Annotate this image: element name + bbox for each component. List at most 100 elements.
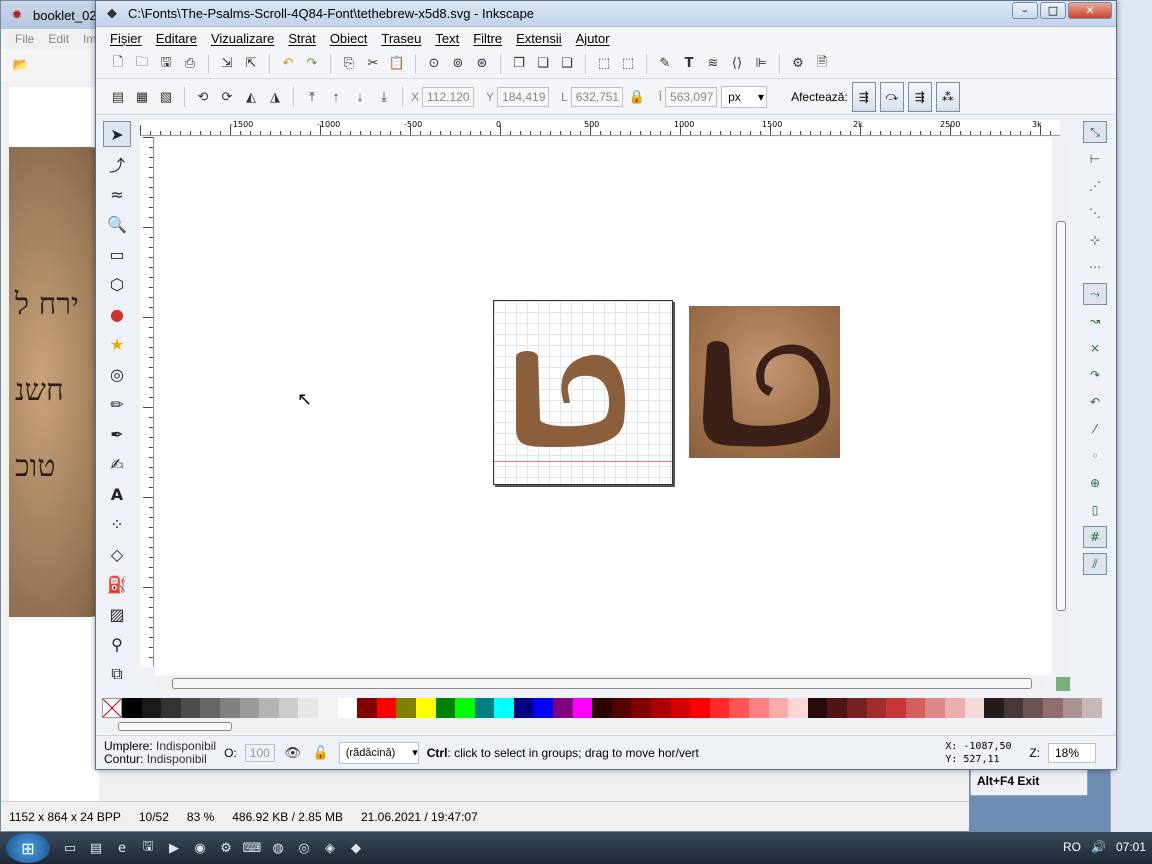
snap-intersections-icon[interactable]: ⨯ [1083,337,1107,359]
color-swatch[interactable] [611,698,632,718]
transform-patterns-button[interactable]: ⁂ [935,81,960,112]
color-swatch[interactable] [1023,698,1043,718]
vertical-scrollbar[interactable] [1054,141,1068,675]
flip-horizontal-icon[interactable]: ◭ [241,87,261,107]
color-swatch[interactable] [278,698,299,718]
height-input[interactable]: 563,097 [665,86,718,107]
color-swatch[interactable] [886,698,906,718]
snap-bbox-center-icon[interactable]: ⋯ [1083,256,1107,278]
color-swatch[interactable] [1003,698,1024,718]
copy-icon[interactable]: ⎘ [339,54,359,74]
snap-enable-icon[interactable]: ⤡ [1083,121,1107,143]
color-swatch[interactable] [474,698,495,718]
selector-tool-icon[interactable]: ➤ [103,121,131,147]
lower-to-bottom-icon[interactable]: ⤓ [374,87,394,107]
menu-filters[interactable]: Filtre [473,31,502,46]
clone-icon[interactable]: ❏ [533,54,553,74]
save-icon[interactable]: 🖫 [138,838,158,858]
color-swatch[interactable] [180,698,201,718]
color-swatch[interactable] [690,698,710,718]
connector-tool-icon[interactable]: ⧉ [103,661,131,687]
color-swatch[interactable] [141,698,162,718]
settings-icon[interactable]: ⚙ [216,838,236,858]
color-swatch[interactable] [317,698,338,718]
ungroup-icon[interactable]: ⬚ [618,54,638,74]
color-swatch[interactable] [376,698,397,718]
app-icon[interactable]: ◈ [320,838,340,858]
text-tool-icon[interactable]: A [103,481,131,507]
color-swatch[interactable] [1082,698,1102,718]
color-swatch[interactable] [161,698,181,718]
raise-icon[interactable]: ↑ [326,87,346,107]
paste-icon[interactable]: 📋 [387,54,407,74]
snap-smooth-nodes-icon[interactable]: ↶ [1083,391,1107,413]
color-swatch[interactable] [984,698,1004,718]
color-swatch[interactable] [572,698,593,718]
color-swatch[interactable] [494,698,514,718]
lock-icon[interactable]: 🔒 [627,87,647,107]
tweak-tool-icon[interactable]: ≈ [103,181,131,207]
new-document-icon[interactable]: 🗋 [108,54,128,74]
xml-editor-icon[interactable]: ⟨⟩ [727,54,747,74]
document-properties-icon[interactable]: 🗎 [812,54,832,74]
inkscape-taskbar-icon[interactable]: ◆ [346,838,366,858]
menu-text[interactable]: Text [435,31,459,46]
chrome-icon[interactable]: ◎ [294,838,314,858]
redo-icon[interactable]: ↷ [302,54,322,74]
document-page[interactable] [493,300,673,485]
snap-bbox-midpoint-icon[interactable]: ⊹ [1083,229,1107,251]
select-all-icon[interactable]: ▤ [108,87,128,107]
color-swatch[interactable] [944,698,965,718]
rotate-ccw-icon[interactable]: ⟲ [193,87,213,107]
snap-grid-icon[interactable]: # [1083,526,1107,548]
preferences-icon[interactable]: ⚙ [788,54,808,74]
palette-scrollbar[interactable] [104,721,1094,733]
flip-vertical-icon[interactable]: ◮ [265,87,285,107]
rectangle-tool-icon[interactable]: ▭ [103,241,131,267]
volume-icon[interactable]: 🔊 [1091,840,1106,854]
star-tool-icon[interactable]: ★ [103,331,131,357]
duplicate-icon[interactable]: ❐ [509,54,529,74]
color-swatch[interactable] [749,698,769,718]
align-distribute-icon[interactable]: ⊫ [751,54,771,74]
color-swatch[interactable] [807,698,828,718]
snap-cusp-nodes-icon[interactable]: ↷ [1083,364,1107,386]
snap-midpoints-icon[interactable]: ⁄ [1083,418,1107,440]
explorer-icon[interactable]: ▤ [86,838,106,858]
snap-bbox-corner-icon[interactable]: ⋱ [1083,202,1107,224]
snap-bbox-edge-icon[interactable]: ⋰ [1083,175,1107,197]
width-input[interactable]: 632,751 [570,86,623,107]
color-swatch[interactable] [200,698,220,718]
pencil-tool-icon[interactable]: ✏ [103,391,131,417]
calligraphy-tool-icon[interactable]: ✍ [103,451,131,477]
import-icon[interactable]: ⇲ [217,54,237,74]
color-swatch[interactable] [729,698,749,718]
color-swatch[interactable] [259,698,279,718]
text-font-icon[interactable]: T [679,54,699,74]
horizontal-scrollbar[interactable] [156,677,1044,691]
color-swatch[interactable] [396,698,416,718]
color-swatch[interactable] [631,698,652,718]
cut-icon[interactable]: ✂ [363,54,383,74]
layer-select[interactable]: (rădăcină) ▾ [338,741,419,764]
color-swatch[interactable] [513,698,534,718]
x-input[interactable]: 112,120 [422,86,475,107]
color-swatch[interactable] [298,698,318,718]
pen-tool-icon[interactable]: ✒ [103,421,131,447]
color-swatch[interactable] [768,698,789,718]
spiral-tool-icon[interactable]: ◎ [103,361,131,387]
color-swatch[interactable] [827,698,847,718]
zoom-input[interactable]: 18% [1048,742,1096,763]
color-swatch[interactable] [670,698,691,718]
select-all-layers-icon[interactable]: ▦ [132,87,152,107]
color-swatch[interactable] [533,698,554,718]
group-icon[interactable]: ⬚ [594,54,614,74]
maximize-button[interactable]: □ [1040,2,1066,19]
php-icon[interactable]: ◍ [268,838,288,858]
color-swatch[interactable] [925,698,945,718]
bg-menu-edit[interactable]: Edit [48,32,69,46]
gradient-tool-icon[interactable]: ▨ [103,601,131,627]
close-button[interactable]: ✕ [1068,2,1112,19]
menu-path[interactable]: Traseu [381,31,421,46]
scale-corners-button[interactable]: ⤼ [879,81,904,112]
